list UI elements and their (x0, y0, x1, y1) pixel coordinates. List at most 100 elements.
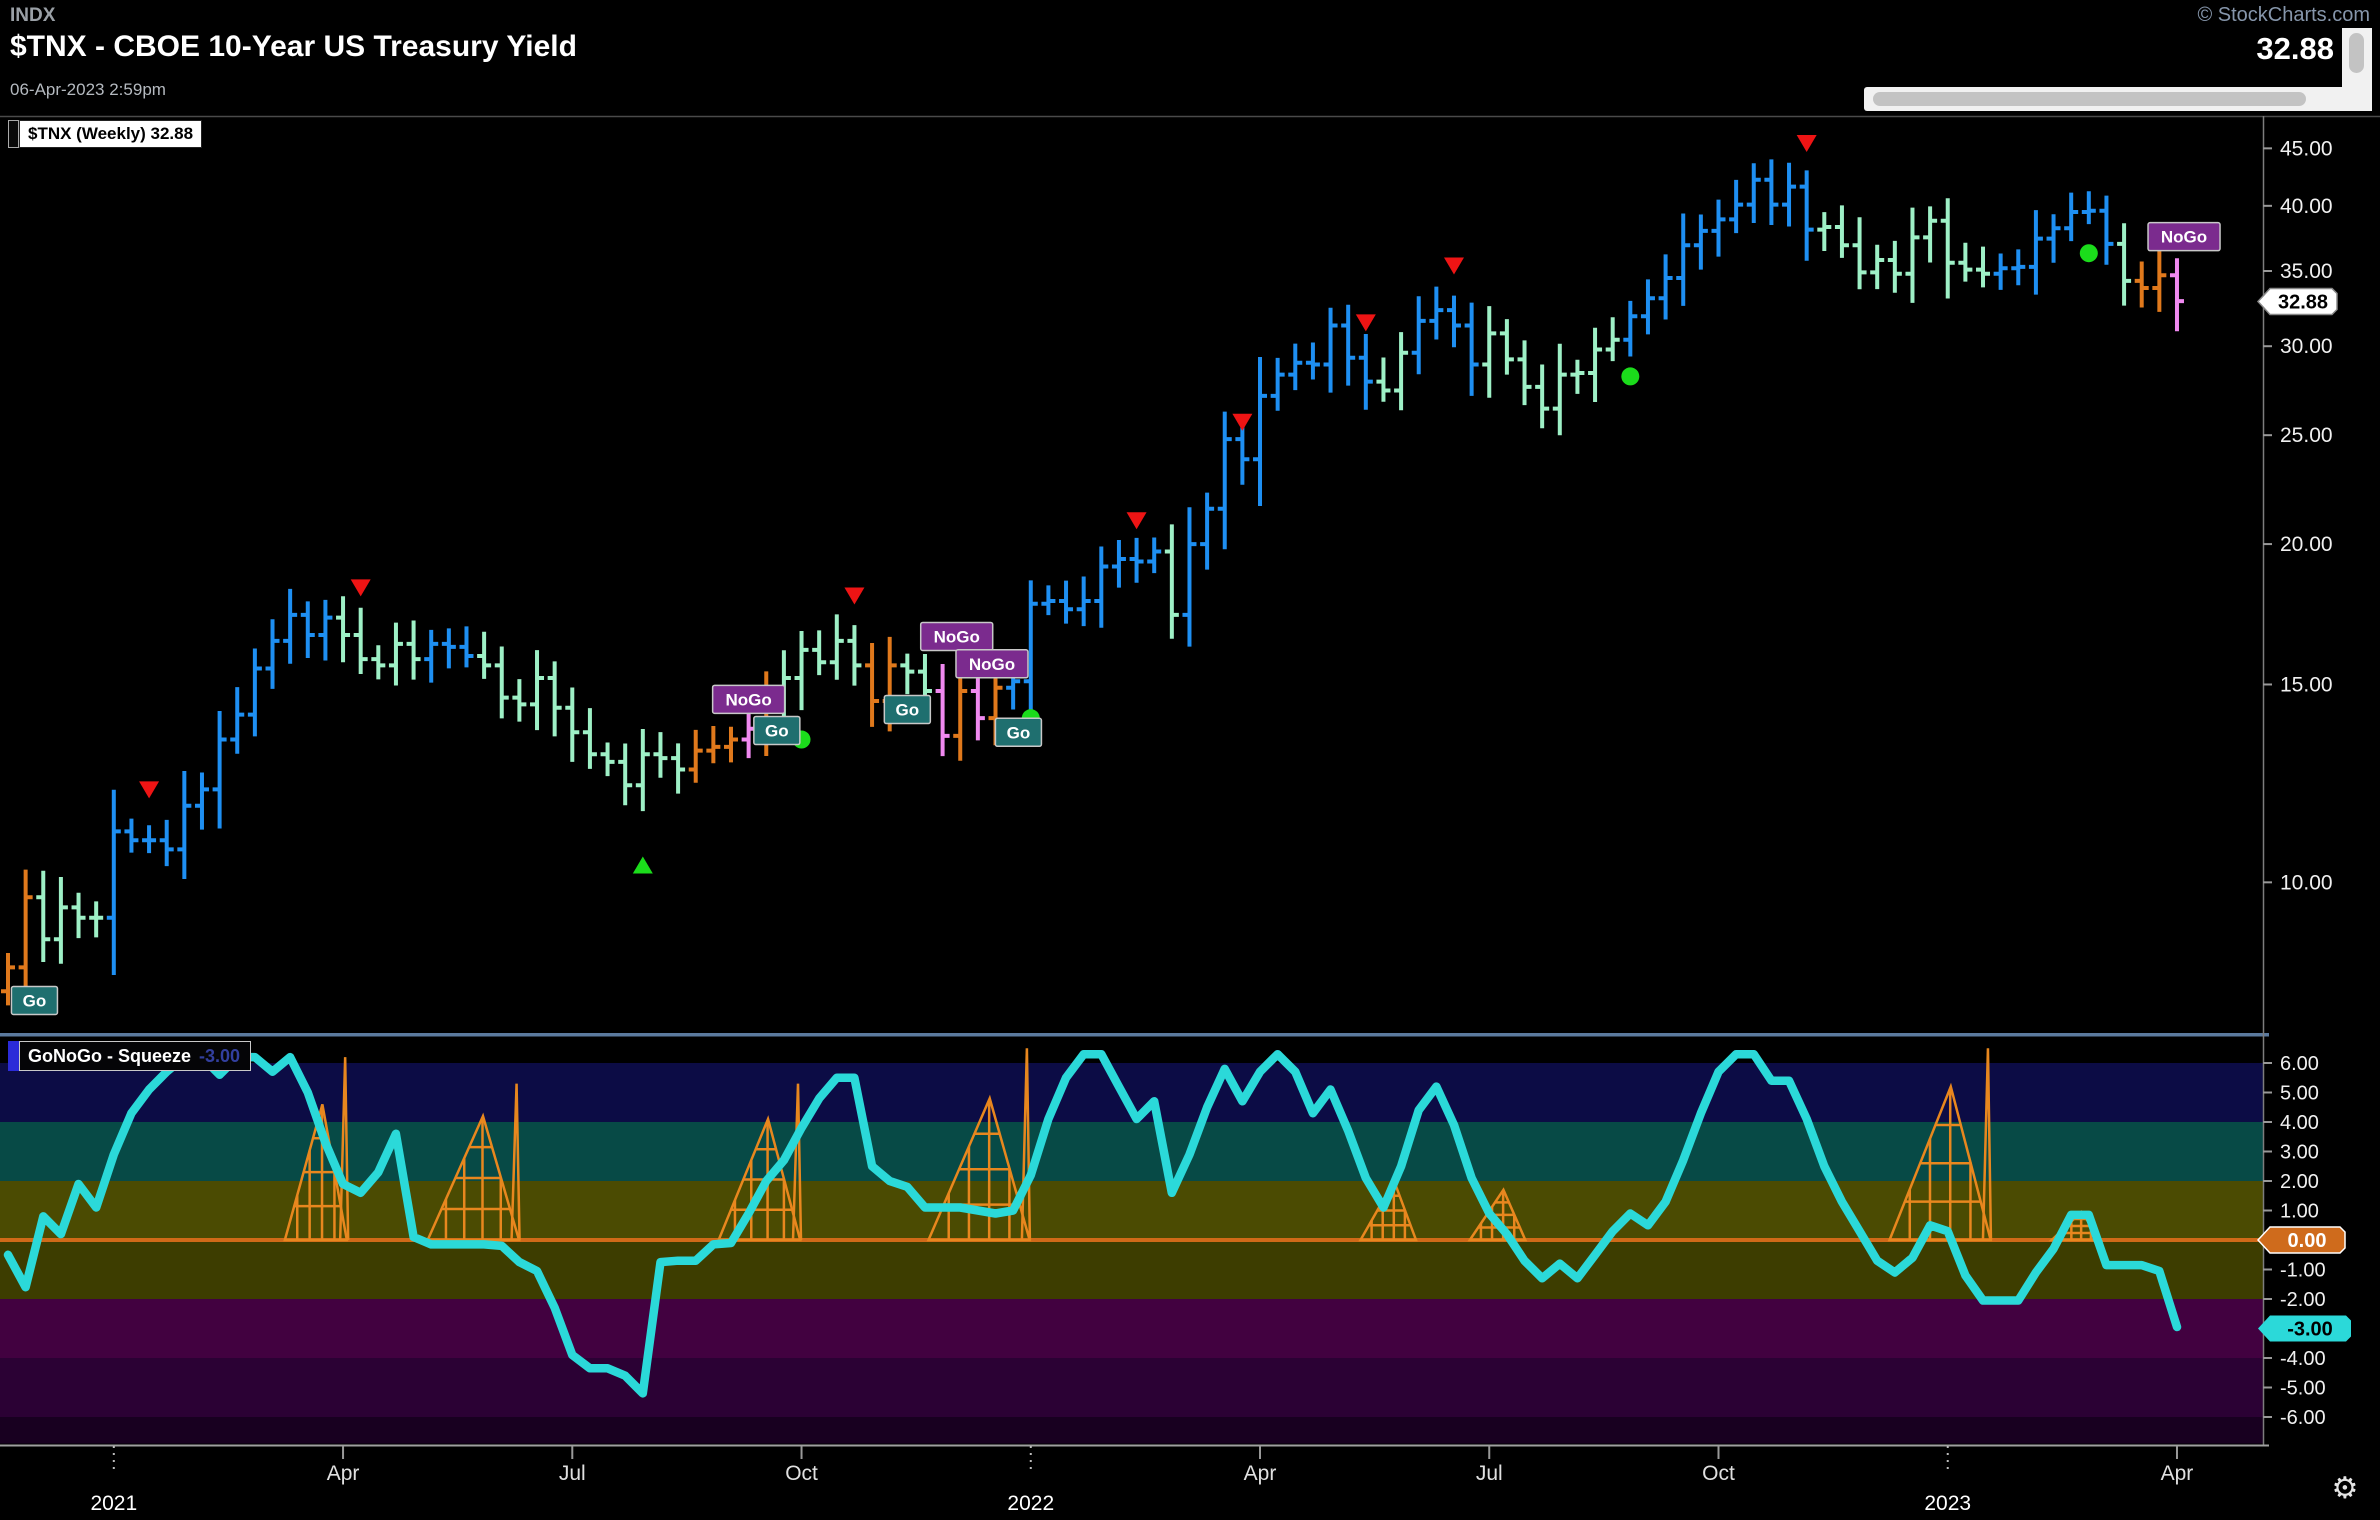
price-bar (424, 630, 438, 683)
price-bar (2064, 193, 2078, 241)
trend-down-triangle-icon (1127, 512, 1147, 529)
price-bar (407, 620, 421, 679)
nogo-signal-label-text: NoGo (725, 690, 771, 709)
osc-axis-label: 2.00 (2280, 1171, 2319, 1193)
price-bar (548, 661, 562, 736)
price-bar (54, 877, 68, 964)
price-bar (706, 726, 720, 763)
price-bar (1606, 317, 1620, 361)
price-bar (1376, 357, 1390, 401)
price-bar (1218, 412, 1232, 550)
price-bar (671, 743, 685, 793)
trend-down-triangle-icon (139, 781, 159, 798)
price-bar (1059, 581, 1073, 624)
price-bar (512, 679, 526, 721)
price-axis: 45.0040.0035.0030.0025.0020.0015.0010.00 (2263, 137, 2333, 894)
price-bar (266, 619, 280, 689)
x-axis: 2021AprJulOct2022AprJulOct2023Apr (90, 1446, 2193, 1515)
oscillator-value-tag-text: -3.00 (2287, 1319, 2333, 1341)
band (0, 1417, 2263, 1444)
price-bar (1941, 198, 1955, 298)
price-bar (2011, 249, 2025, 285)
price-bar (371, 645, 385, 679)
vertical-scrollbar-thumb[interactable] (2349, 33, 2364, 73)
settings-button[interactable]: ⚙ (2328, 1472, 2362, 1506)
osc-axis-label: 5.00 (2280, 1083, 2319, 1105)
price-bar (1553, 344, 1567, 436)
price-bar (2135, 262, 2149, 308)
price-axis-label: 45.00 (2280, 137, 2333, 160)
price-bar (177, 771, 191, 879)
price-bar (72, 893, 86, 938)
go-signal-label-text: Go (23, 991, 47, 1010)
price-bar (1729, 180, 1743, 233)
price-panel: GoGoGoGoNoGoNoGoNoGoNoGo (1, 135, 2220, 1015)
price-bar (900, 654, 914, 694)
zero-value-tag-text: 0.00 (2288, 1230, 2327, 1252)
price-bar (336, 596, 350, 662)
go-countertrend-dot-icon (2080, 244, 2098, 262)
price-bar (495, 646, 509, 718)
x-axis-month-label: Apr (2161, 1462, 2194, 1485)
copyright-label: © StockCharts.com (2197, 4, 2370, 27)
price-bar (1518, 340, 1532, 405)
price-bar (283, 589, 297, 664)
nogo-signal-label-text: NoGo (969, 655, 1015, 674)
price-bar (301, 601, 315, 658)
price-bar (1641, 279, 1655, 334)
x-axis-month-label: Oct (785, 1462, 818, 1485)
band (0, 1299, 2263, 1358)
price-bar (1570, 360, 1584, 394)
last-price-tag-text: 32.88 (2278, 291, 2328, 313)
price-bar (724, 727, 738, 763)
horizontal-scrollbar-thumb[interactable] (1873, 92, 2306, 106)
go-signal-label: Go (884, 696, 930, 724)
osc-axis-label: -2.00 (2280, 1289, 2326, 1311)
trend-up-triangle-icon (633, 857, 653, 874)
price-bar (1958, 243, 1972, 282)
price-bar (936, 664, 950, 756)
price-bar (1359, 334, 1373, 410)
legend-collapse-handle[interactable] (8, 1041, 19, 1071)
price-bar (1147, 537, 1161, 573)
go-signal-label: Go (11, 986, 57, 1014)
price-bar (1905, 208, 1919, 303)
go-signal-label: Go (995, 718, 1041, 746)
squeeze-indicator-legend[interactable]: GoNoGo - Squeeze-3.00 (8, 1042, 251, 1070)
price-bar (1041, 585, 1055, 615)
chart-window: GoGoGoGoNoGoNoGoNoGoNoGo45.0040.0035.003… (0, 0, 2380, 1520)
price-axis-label: 35.00 (2280, 260, 2333, 283)
main-legend-label: $TNX (Weekly) 32.88 (19, 120, 202, 148)
price-bar (1182, 507, 1196, 646)
price-bar (477, 632, 491, 679)
main-chart-legend[interactable]: $TNX (Weekly) 32.88 (8, 120, 202, 148)
price-bar (142, 825, 156, 853)
price-bar (1412, 296, 1426, 374)
price-bar (1888, 241, 1902, 293)
legend-collapse-handle[interactable] (8, 120, 19, 148)
price-bar (19, 870, 33, 995)
price-bar (2170, 258, 2184, 331)
price-bar (1870, 245, 1884, 289)
trend-down-triangle-icon (844, 587, 864, 604)
trend-down-triangle-icon (351, 579, 371, 596)
go-countertrend-dot-icon (1621, 367, 1639, 385)
price-bar (1306, 343, 1320, 380)
price-bar (1711, 200, 1725, 257)
osc-axis-label: -4.00 (2280, 1348, 2326, 1370)
price-bar (1112, 540, 1126, 588)
squeeze-legend-label: GoNoGo - Squeeze (28, 1046, 191, 1066)
x-axis-month-label: Apr (1244, 1462, 1277, 1485)
nogo-signal-label: NoGo (713, 685, 785, 713)
trend-down-triangle-icon (1356, 314, 1376, 331)
price-bar (830, 614, 844, 679)
go-signal-label-text: Go (1007, 723, 1031, 742)
zero-value-tag: 0.00 (2258, 1227, 2345, 1253)
price-bar (1676, 214, 1690, 306)
trend-down-triangle-icon (1797, 135, 1817, 152)
price-bar (1976, 247, 1990, 288)
price-bar (1394, 332, 1408, 410)
price-bar (160, 820, 174, 866)
price-bar (195, 773, 209, 830)
price-bar (107, 790, 121, 975)
